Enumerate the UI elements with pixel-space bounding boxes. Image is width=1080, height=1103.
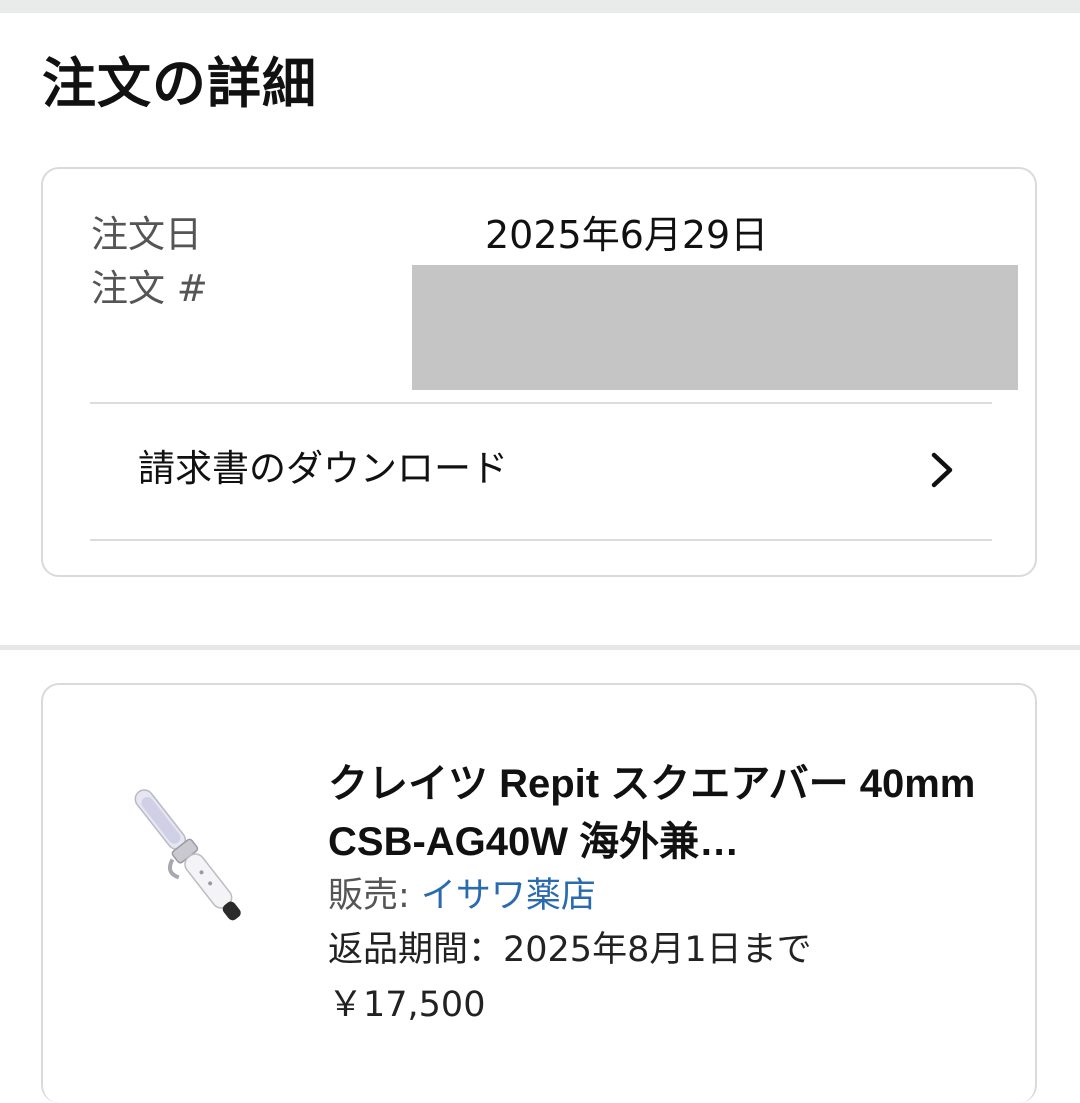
download-invoice-row[interactable]: 請求書のダウンロード xyxy=(90,404,992,539)
order-date-label: 注文日 xyxy=(91,213,202,256)
order-date-value: 2025年6月29日 xyxy=(485,213,769,257)
order-number-redacted xyxy=(412,265,1018,390)
chevron-right-icon xyxy=(931,452,953,488)
section-separator xyxy=(0,645,1080,650)
divider xyxy=(90,539,992,541)
item-price: ￥17,500 xyxy=(328,985,486,1025)
order-number-label: 注文 # xyxy=(91,267,208,310)
order-item-card: クレイツ Repit スクエアバー 40mm CSB-AG40W 海外兼… 販売… xyxy=(41,683,1037,1103)
product-image[interactable] xyxy=(113,765,263,945)
product-title[interactable]: クレイツ Repit スクエアバー 40mm CSB-AG40W 海外兼… xyxy=(328,755,988,871)
return-period: 返品期間：2025年8月1日まで xyxy=(328,930,812,970)
seller-prefix: 販売: xyxy=(328,876,421,916)
order-summary-card: 注文日 2025年6月29日 注文 # 請求書のダウンロード xyxy=(41,167,1037,577)
download-invoice-label: 請求書のダウンロード xyxy=(138,447,508,490)
top-bar xyxy=(0,0,1080,13)
seller-line: 販売: イサワ薬店 xyxy=(328,873,596,919)
seller-link[interactable]: イサワ薬店 xyxy=(421,876,596,916)
page-title: 注文の詳細 xyxy=(42,52,317,115)
